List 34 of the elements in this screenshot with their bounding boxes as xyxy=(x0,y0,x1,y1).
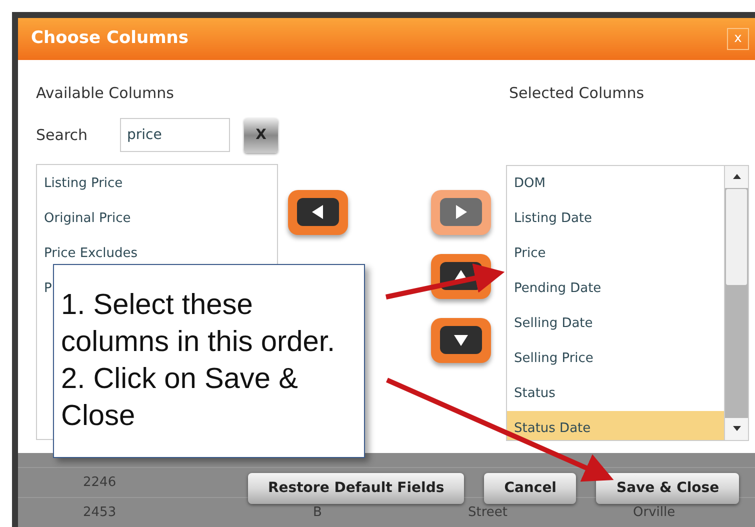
list-item[interactable]: Status Date xyxy=(507,410,724,440)
list-item[interactable]: P xyxy=(44,278,52,298)
footer-button[interactable]: Restore Default Fields xyxy=(248,473,464,504)
instruction-text: 1. Select these columns in this order. xyxy=(61,288,336,360)
move-button[interactable] xyxy=(288,190,348,235)
list-item[interactable]: Listing Date xyxy=(507,200,724,236)
table-cell-text: 2453 xyxy=(83,504,116,522)
move-button[interactable] xyxy=(431,318,491,363)
footer-button[interactable]: Cancel xyxy=(484,473,576,504)
list-item[interactable]: Selling Date xyxy=(507,306,724,341)
scroll-thumb[interactable] xyxy=(726,188,747,285)
table-cell-text: Orville xyxy=(633,504,676,522)
list-item[interactable]: Price xyxy=(507,236,724,271)
search-field[interactable]: price xyxy=(120,118,230,152)
table-cell-text: 2246 xyxy=(83,474,116,492)
list-item[interactable]: Price Excludes xyxy=(44,244,138,264)
list-item[interactable]: Listing Price xyxy=(44,174,123,194)
search-label: Search xyxy=(36,125,89,146)
list-item[interactable]: DOM xyxy=(507,166,724,201)
list-item[interactable]: Original Price xyxy=(44,208,131,228)
scroll-up-icon[interactable] xyxy=(732,174,740,180)
list-item[interactable]: Pending Date xyxy=(507,270,724,306)
instruction-text: 2. Click on Save & Close xyxy=(61,362,299,434)
scrollbar[interactable] xyxy=(724,166,748,440)
table-cell-text: B xyxy=(313,504,322,522)
table-cell-text: Street xyxy=(468,504,508,522)
list-item[interactable]: Selling Price xyxy=(507,340,724,376)
clear-search-button[interactable]: X xyxy=(244,118,278,153)
list-item[interactable]: Status xyxy=(507,376,724,411)
scroll-down-icon[interactable] xyxy=(732,426,740,432)
section-heading: Selected Columns xyxy=(508,84,646,102)
section-heading: Available Columns xyxy=(36,84,175,102)
window-title: Choose Columns xyxy=(31,27,189,50)
footer-button[interactable]: Save & Close xyxy=(596,473,740,504)
